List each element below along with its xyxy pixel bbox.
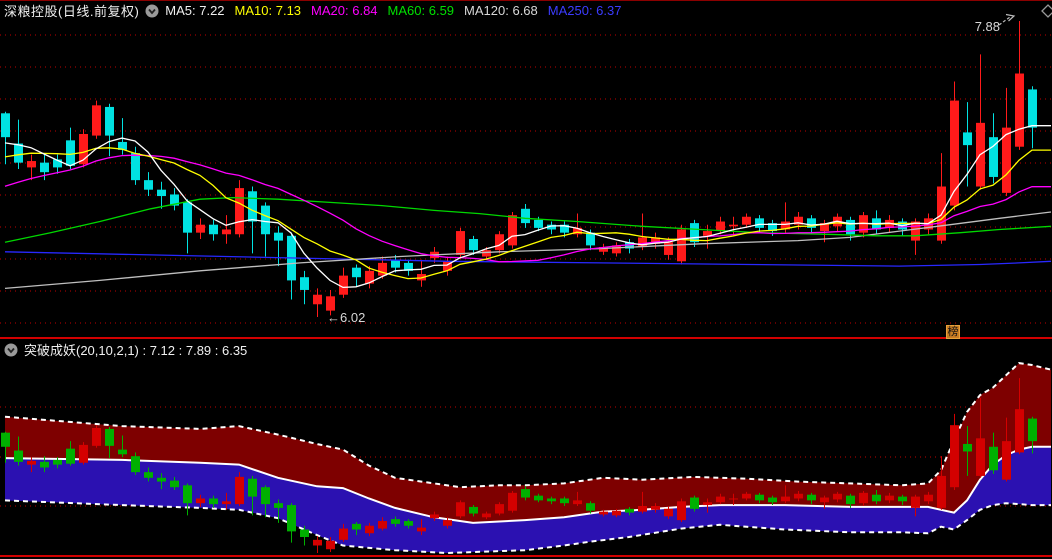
- collapse-chevron-icon[interactable]: [4, 343, 18, 357]
- chart-window: 深粮控股(日线.前复权) MA5: 7.22 MA10: 7.13 MA20: 6.…: [0, 0, 1052, 559]
- rank-badge[interactable]: 榜: [946, 325, 960, 339]
- ma-legend-item: MA10: 7.13: [234, 3, 302, 18]
- corner-marker-icon: [1041, 4, 1052, 18]
- main-candlestick-chart[interactable]: [0, 0, 1052, 339]
- ma-legend-item: MA20: 6.84: [311, 3, 378, 18]
- window-bottom-border: [0, 555, 1052, 557]
- low-price-label: ←6.02: [327, 310, 366, 325]
- high-price-label: 7.88: [974, 19, 1000, 34]
- indicator-chart[interactable]: [0, 339, 1052, 559]
- indicator-header: 突破成妖(20,10,2,1) : 7.12 : 7.89 : 6.35: [0, 339, 247, 360]
- indicator-title: 突破成妖(20,10,2,1) : 7.12 : 7.89 : 6.35: [24, 343, 248, 358]
- ma-legend-item: MA60: 6.59: [387, 3, 455, 18]
- ma-legend: MA5: 7.22 MA10: 7.13 MA20: 6.84 MA60: 6.59 M…: [165, 3, 631, 18]
- collapse-chevron-icon[interactable]: [145, 4, 159, 18]
- arrowhead-icon: [1005, 13, 1016, 22]
- ma-legend-item: MA120: 6.68: [464, 3, 538, 18]
- main-chart-header: 深粮控股(日线.前复权) MA5: 7.22 MA10: 7.13 MA20: 6.…: [0, 0, 631, 21]
- ma-legend-item: MA5: 7.22: [165, 3, 225, 18]
- stock-title: 深粮控股(日线.前复权): [4, 4, 140, 19]
- ma-legend-item: MA250: 6.37: [547, 3, 622, 18]
